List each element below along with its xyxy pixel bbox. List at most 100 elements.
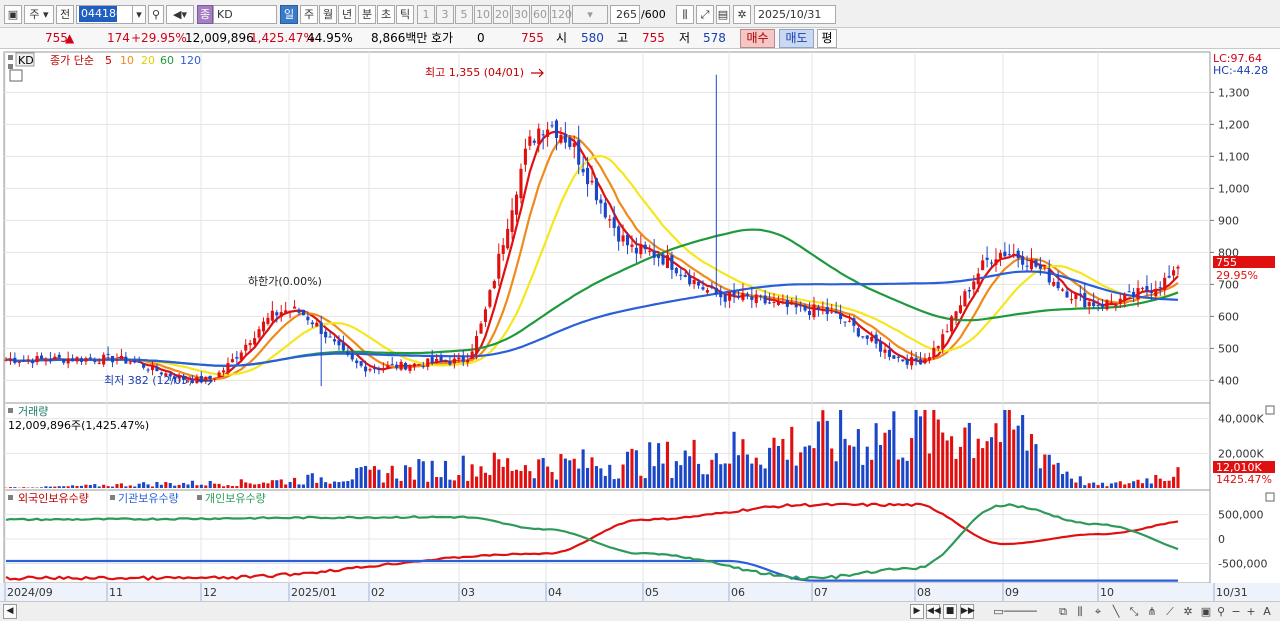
volume-bar (257, 484, 261, 488)
interval-button-30[interactable]: 30 (512, 5, 530, 24)
panel-menu-icon[interactable] (8, 64, 13, 69)
period-button-5[interactable]: 초 (377, 5, 395, 24)
volume-bar (537, 459, 541, 488)
candle-body (652, 251, 656, 258)
period-button-3[interactable]: 년 (338, 5, 356, 24)
stock-name-field[interactable]: KD (213, 5, 277, 24)
settings-gear-icon[interactable]: ✲ (733, 5, 751, 24)
trend-icon[interactable]: ⟋ (1162, 604, 1178, 619)
fast-forward-icon[interactable]: ▶▶ (960, 604, 975, 619)
interval-dropdown[interactable]: ▾ (572, 5, 608, 24)
sound-icon[interactable]: ◀▾ (166, 5, 194, 24)
volume-current-pct: 1425.47% (1216, 473, 1272, 486)
interval-button-20[interactable]: 20 (493, 5, 511, 24)
price-change-pct: +29.95% (131, 31, 187, 45)
copy-icon[interactable]: ⧉ (1055, 604, 1071, 619)
period-button-4[interactable]: 분 (358, 5, 376, 24)
candle-body (1092, 302, 1096, 307)
panel-menu-icon[interactable] (8, 55, 13, 60)
candle-body (435, 358, 439, 363)
zoom-in-icon[interactable]: + (1243, 604, 1259, 619)
volume-bar (213, 483, 217, 488)
settings-icon[interactable]: ✲ (1180, 604, 1196, 619)
stock-code-input[interactable]: 044180 (79, 6, 123, 22)
interval-button-3[interactable]: 3 (436, 5, 454, 24)
zoom-search-icon[interactable]: ⚲ (1213, 604, 1229, 619)
scroll-right-icon[interactable]: ▶ (910, 604, 924, 619)
rewind-icon[interactable]: ◀◀ (926, 604, 941, 619)
period-button-1[interactable]: 주 (300, 5, 318, 24)
legend-institution: 기관보유수량 (118, 492, 179, 505)
candle-body (142, 363, 146, 368)
candle-body (932, 347, 936, 357)
candle-body (541, 134, 545, 136)
search-icon[interactable]: ⚲ (148, 5, 164, 24)
bottom-scrollbar[interactable]: ◀ ▶ ◀◀ ■ ▶▶ ▭───── ⧉ ⫼ ⌖ ╲ ⤡ ⋔ ⟋ ✲ ▣ ⚲ −… (0, 601, 1280, 621)
fork-icon[interactable]: ⋔ (1144, 604, 1160, 619)
save-icon[interactable]: ▤ (716, 5, 730, 24)
table-icon[interactable] (9, 69, 23, 82)
volume-bar (825, 420, 829, 488)
image-icon[interactable]: ▣ (1198, 604, 1214, 619)
panel-close-icon[interactable] (1265, 492, 1275, 502)
zoom-slider[interactable]: ▭───── (980, 604, 1050, 619)
buy-button[interactable]: 매수 (740, 29, 775, 48)
period-button-0[interactable]: 일 (280, 5, 298, 24)
interval-button-5[interactable]: 5 (455, 5, 473, 24)
count-input[interactable]: 265 (610, 5, 640, 24)
candle-body (466, 359, 470, 363)
panel-close-icon[interactable] (1265, 405, 1275, 415)
chart-icon[interactable]: ⫼ (1072, 604, 1088, 619)
period-button-2[interactable]: 월 (319, 5, 337, 24)
prev-button[interactable]: 전 (56, 5, 74, 24)
candle-body (754, 294, 758, 304)
candle-body (390, 364, 394, 366)
interval-button-120[interactable]: 120 (550, 5, 572, 24)
volume-bar (634, 450, 638, 488)
volume-bar (208, 480, 212, 488)
draw-tool-icon[interactable]: ⤢ (696, 5, 714, 24)
avg-button[interactable]: 평 (817, 29, 837, 48)
panel-menu-icon[interactable] (8, 495, 13, 500)
volume-bar (88, 485, 92, 488)
code-dropdown-icon[interactable]: ▾ (132, 5, 146, 24)
volume-bar (186, 484, 190, 488)
ray-icon[interactable]: ⤡ (1126, 604, 1142, 619)
period-button-6[interactable]: 틱 (396, 5, 414, 24)
volume-bar (390, 465, 394, 488)
volume-bar (910, 438, 914, 488)
sell-button[interactable]: 매도 (779, 29, 814, 48)
candle-body (963, 291, 967, 307)
line-icon[interactable]: ╲ (1108, 604, 1124, 619)
interval-button-60[interactable]: 60 (531, 5, 549, 24)
candle-body (599, 199, 603, 204)
candle-body (213, 378, 217, 380)
volume-bar (501, 466, 505, 488)
candle-body (377, 368, 381, 370)
volume-bar (1105, 486, 1109, 488)
chart-menu-icon[interactable]: ▣ (4, 5, 22, 24)
panel-menu-icon[interactable] (8, 408, 13, 413)
interval-button-10[interactable]: 10 (474, 5, 492, 24)
volume-bar (794, 465, 798, 488)
stock-chart[interactable]: 1,3001,2001,1001,00090080070060050040040… (0, 50, 1280, 602)
scroll-left-icon[interactable]: ◀ (3, 604, 17, 619)
date-input[interactable]: 2025/10/31 (754, 5, 836, 24)
chart-area[interactable]: 1,300 1,200 1,100 1,000 900 800 700 600 500 400 40… (0, 50, 1280, 602)
candle-body (421, 366, 425, 368)
font-size-icon[interactable]: A (1259, 604, 1275, 619)
zoom-out-icon[interactable]: − (1228, 604, 1244, 619)
crosshair-icon[interactable]: ⌖ (1090, 604, 1106, 619)
candle-body (57, 354, 61, 358)
volume-bar (581, 449, 585, 488)
stop-icon[interactable]: ■ (943, 604, 957, 619)
candle-body (452, 358, 456, 364)
chart-type-select[interactable]: 주 ▾ (24, 5, 54, 24)
volume-bar (972, 458, 976, 488)
interval-button-1[interactable]: 1 (417, 5, 435, 24)
candle-icon[interactable]: ⫼ (676, 5, 694, 24)
plot-frame (3, 51, 1211, 584)
volume-bar (976, 438, 980, 488)
volume-bar (1056, 462, 1060, 488)
candle-body (66, 358, 70, 364)
